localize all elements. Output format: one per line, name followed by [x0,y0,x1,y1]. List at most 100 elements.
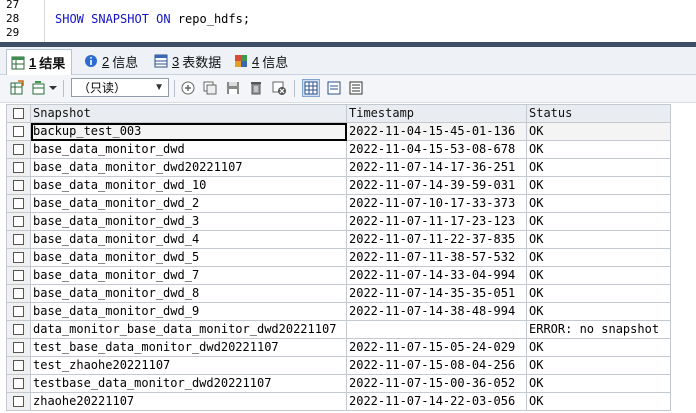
grid-view-icon[interactable] [302,79,320,97]
cell-timestamp[interactable]: 2022-11-07-11-17-23-123 [346,212,527,231]
chevron-down-icon[interactable] [48,79,58,97]
row-checkbox[interactable] [6,392,31,411]
text-view-icon[interactable] [347,79,365,97]
row-checkbox[interactable] [6,248,31,267]
results-grid[interactable]: Snapshot Timestamp Status backup_test_00… [6,104,671,411]
cell-snapshot[interactable]: base_data_monitor_dwd_10 [30,176,347,195]
table-row[interactable]: base_data_monitor_dwd_5 2022-11-07-11-38-… [6,248,671,267]
cell-status[interactable]: OK [526,176,671,195]
cell-timestamp[interactable]: 2022-11-07-14-35-35-051 [346,284,527,303]
column-header-snapshot[interactable]: Snapshot [30,104,347,123]
table-row[interactable]: base_data_monitor_dwd_2 2022-11-07-10-17-… [6,194,671,213]
cell-status[interactable]: OK [526,212,671,231]
column-header-status[interactable]: Status [526,104,671,123]
cell-status[interactable]: OK [526,140,671,159]
row-checkbox[interactable] [6,176,31,195]
cell-timestamp[interactable] [346,320,527,339]
cell-status[interactable]: OK [526,302,671,321]
cell-snapshot[interactable]: base_data_monitor_dwd_5 [30,248,347,267]
table-row[interactable]: data_monitor_base_data_monitor_dwd202211… [6,320,671,339]
row-checkbox[interactable] [6,266,31,285]
cell-snapshot[interactable]: base_data_monitor_dwd [30,140,347,159]
delete-icon[interactable] [247,79,265,97]
cell-timestamp[interactable]: 2022-11-07-15-08-04-256 [346,356,527,375]
table-row[interactable]: testbase_data_monitor_dwd20221107 2022-11… [6,374,671,393]
table-row[interactable]: base_data_monitor_dwd_4 2022-11-07-11-22-… [6,230,671,249]
cell-timestamp[interactable]: 2022-11-07-14-38-48-994 [346,302,527,321]
sql-editor[interactable]: 27 28 29 SHOW SNAPSHOT ON repo_hdfs; [0,0,696,42]
cell-snapshot[interactable]: test_base_data_monitor_dwd20221107 [30,338,347,357]
cell-timestamp[interactable]: 2022-11-07-15-00-36-052 [346,374,527,393]
cell-snapshot[interactable]: backup_test_003 [30,122,347,141]
tab-results[interactable]: 1 结果 [6,49,73,75]
cell-snapshot[interactable]: base_data_monitor_dwd_3 [30,212,347,231]
table-row[interactable]: base_data_monitor_dwd_7 2022-11-07-14-33-… [6,266,671,285]
cell-status[interactable]: OK [526,338,671,357]
cancel-changes-icon[interactable] [270,79,288,97]
cell-snapshot[interactable]: base_data_monitor_dwd_7 [30,266,347,285]
import-icon[interactable] [30,79,48,97]
row-checkbox[interactable] [6,356,31,375]
table-row[interactable]: base_data_monitor_dwd_8 2022-11-07-14-35-… [6,284,671,303]
row-checkbox[interactable] [6,338,31,357]
cell-timestamp[interactable]: 2022-11-07-14-39-59-031 [346,176,527,195]
duplicate-row-icon[interactable] [201,79,219,97]
table-row[interactable]: zhaohe20221107 2022-11-07-14-22-03-056 OK [6,392,671,411]
table-row[interactable]: base_data_monitor_dwd20221107 2022-11-07-… [6,158,671,177]
tab-info[interactable]: 2 信息 [80,49,144,73]
cell-timestamp[interactable]: 2022-11-07-11-38-57-532 [346,248,527,267]
tab-table-data[interactable]: 3 表数据 [150,49,227,73]
cell-timestamp[interactable]: 2022-11-04-15-45-01-136 [346,122,527,141]
row-checkbox[interactable] [6,302,31,321]
readonly-mode-select[interactable]: （只读） ▼ [71,78,169,97]
code-line[interactable]: SHOW SNAPSHOT ON repo_hdfs; [55,12,250,26]
cell-status[interactable]: OK [526,392,671,411]
cell-status[interactable]: OK [526,158,671,177]
cell-snapshot[interactable]: data_monitor_base_data_monitor_dwd202211… [30,320,347,339]
cell-status[interactable]: OK [526,266,671,285]
row-checkbox[interactable] [6,320,31,339]
cell-snapshot[interactable]: base_data_monitor_dwd_2 [30,194,347,213]
row-checkbox[interactable] [6,212,31,231]
cell-timestamp[interactable]: 2022-11-07-14-22-03-056 [346,392,527,411]
cell-timestamp[interactable]: 2022-11-07-14-33-04-994 [346,266,527,285]
save-icon[interactable] [224,79,242,97]
row-checkbox[interactable] [6,140,31,159]
cell-timestamp[interactable]: 2022-11-07-15-05-24-029 [346,338,527,357]
table-row[interactable]: backup_test_003 2022-11-04-15-45-01-136 OK [6,122,671,141]
cell-snapshot[interactable]: base_data_monitor_dwd20221107 [30,158,347,177]
tab-info-2[interactable]: 4 信息 [230,49,294,73]
row-checkbox[interactable] [6,284,31,303]
cell-status[interactable]: OK [526,248,671,267]
cell-snapshot[interactable]: base_data_monitor_dwd_8 [30,284,347,303]
table-row[interactable]: base_data_monitor_dwd_3 2022-11-07-11-17-… [6,212,671,231]
cell-snapshot[interactable]: zhaohe20221107 [30,392,347,411]
cell-snapshot[interactable]: testbase_data_monitor_dwd20221107 [30,374,347,393]
row-checkbox[interactable] [6,194,31,213]
cell-timestamp[interactable]: 2022-11-07-14-17-36-251 [346,158,527,177]
form-view-icon[interactable] [325,79,343,97]
insert-row-icon[interactable] [179,79,197,97]
row-checkbox[interactable] [6,158,31,177]
table-row[interactable]: test_base_data_monitor_dwd20221107 2022-1… [6,338,671,357]
cell-status[interactable]: OK [526,374,671,393]
row-checkbox[interactable] [6,122,31,141]
row-checkbox[interactable] [6,374,31,393]
cell-timestamp[interactable]: 2022-11-07-11-22-37-835 [346,230,527,249]
cell-status[interactable]: OK [526,230,671,249]
table-row[interactable]: base_data_monitor_dwd_9 2022-11-07-14-38-… [6,302,671,321]
cell-status[interactable]: OK [526,194,671,213]
row-checkbox[interactable] [6,230,31,249]
cell-timestamp[interactable]: 2022-11-07-10-17-33-373 [346,194,527,213]
cell-status[interactable]: ERROR: no snapshot [526,320,671,339]
export-icon[interactable] [8,79,26,97]
column-header-timestamp[interactable]: Timestamp [346,104,527,123]
cell-timestamp[interactable]: 2022-11-04-15-53-08-678 [346,140,527,159]
cell-status[interactable]: OK [526,122,671,141]
table-row[interactable]: test_zhaohe20221107 2022-11-07-15-08-04-2… [6,356,671,375]
cell-status[interactable]: OK [526,356,671,375]
cell-status[interactable]: OK [526,284,671,303]
cell-snapshot[interactable]: base_data_monitor_dwd_9 [30,302,347,321]
select-all-checkbox[interactable] [6,104,31,123]
table-row[interactable]: base_data_monitor_dwd 2022-11-04-15-53-08… [6,140,671,159]
